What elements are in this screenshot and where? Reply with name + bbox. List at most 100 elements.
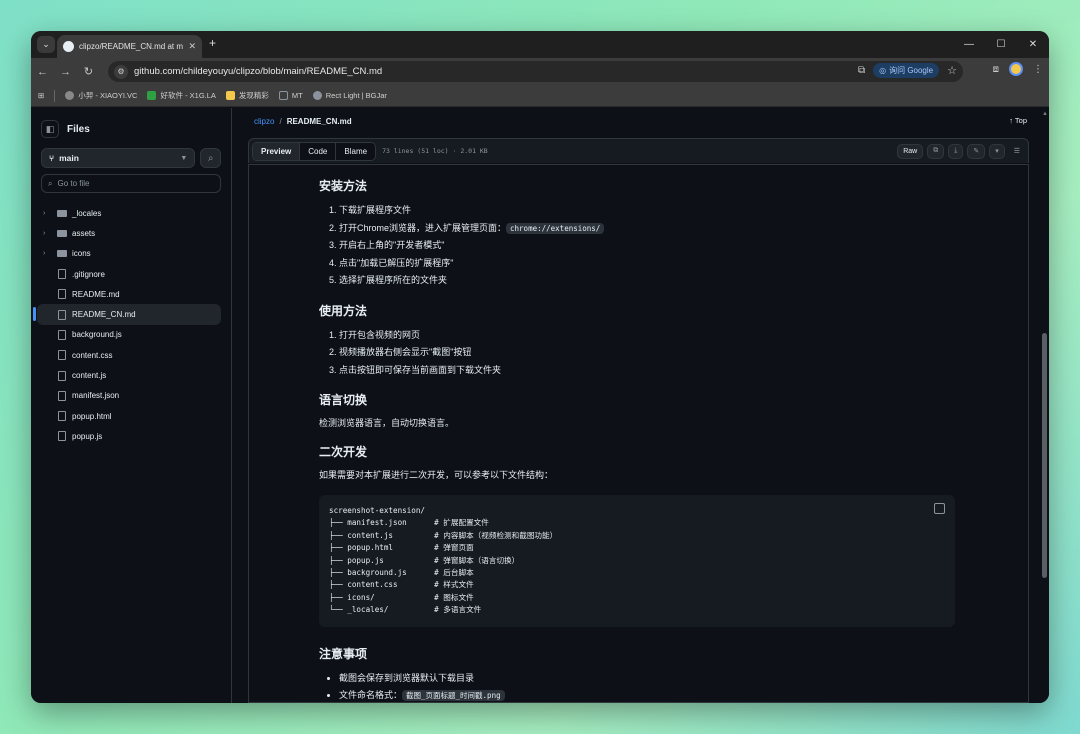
browser-window: ⌄ clipzo/README_CN.md at m ✕ + — ☐ ✕ ← →… (31, 31, 1049, 703)
download-icon[interactable]: ⤓ (948, 143, 964, 159)
bookmark-item[interactable]: 小羿 - XIAOYI.VC (65, 90, 137, 101)
tree-item-label: _locales (72, 208, 102, 218)
file-icon (58, 431, 66, 442)
raw-button[interactable]: Raw (897, 143, 924, 159)
bookmark-item[interactable]: 好软件 - X1G.LA (147, 90, 216, 101)
dev-text: 如果需要对本扩展进行二次开发，可以参考以下文件结构： (319, 470, 554, 480)
sidebar-title: Files (67, 123, 90, 135)
tab-blame[interactable]: Blame (336, 142, 376, 160)
tree-item-popup-js[interactable]: popup.js (31, 426, 231, 446)
file-icon (58, 289, 66, 300)
bookmark-label: Rect Light | BGJar (325, 91, 387, 100)
chevron-right-icon[interactable]: › (43, 250, 53, 257)
file-icon (58, 309, 66, 320)
file-icon (58, 411, 66, 422)
reload-icon[interactable]: ↻ (77, 65, 100, 78)
list-item: 文件命名格式：截图_页面标题_时间戳.png (339, 687, 955, 702)
tab-code[interactable]: Code (300, 142, 337, 160)
back-icon[interactable]: ← (31, 66, 54, 78)
sidebar-collapse-icon[interactable]: ◧ (41, 120, 59, 138)
window-controls: — ☐ ✕ (953, 31, 1049, 58)
profile-avatar[interactable] (1009, 62, 1023, 76)
breadcrumb-separator: / (279, 116, 282, 126)
search-icon[interactable]: ⌕ (200, 148, 221, 168)
tree-item-icons[interactable]: › icons (31, 244, 231, 264)
forward-icon[interactable]: → (54, 66, 77, 78)
breadcrumb-repo-link[interactable]: clipzo (254, 117, 274, 126)
tree-item-background-js[interactable]: background.js (31, 325, 231, 345)
go-to-file-input[interactable]: ⌕ Go to file (41, 174, 221, 193)
minimize-icon[interactable]: — (953, 31, 985, 58)
branch-selector[interactable]: ⑂ main ▼ (41, 148, 196, 168)
close-tab-icon[interactable]: ✕ (188, 41, 196, 52)
tree-item-label: manifest.json (72, 391, 120, 401)
tree-item-gitignore[interactable]: .gitignore (31, 264, 231, 284)
extensions-icon[interactable]: ⧈ (993, 64, 999, 75)
tree-item-manifest[interactable]: manifest.json (31, 386, 231, 406)
bookmark-folder[interactable]: MT (278, 91, 303, 100)
list-item: 选择扩展程序所在的文件夹 (339, 272, 955, 290)
chevron-right-icon[interactable]: › (43, 230, 53, 237)
top-link[interactable]: ↑ Top (1009, 116, 1027, 125)
branch-label: main (59, 153, 79, 163)
code-text: screenshot-extension/ ├── manifest.json … (329, 506, 558, 615)
edit-dropdown-icon[interactable]: ▾ (989, 143, 1005, 159)
file-tree-sidebar: ◧ Files ⑂ main ▼ ⌕ ⌕ Go to file › _locale… (31, 108, 232, 703)
readme-content: 安装方法 下载扩展程序文件 打开Chrome浏览器，进入扩展管理页面：chrom… (248, 164, 1029, 703)
folder-icon (278, 91, 288, 100)
view-mode-tabs: Preview Code Blame (252, 141, 377, 161)
edit-pencil-icon[interactable]: ✎ (967, 143, 986, 159)
list-item: 截图会保存到浏览器默认下载目录 (339, 670, 955, 688)
site-info-icon[interactable]: ⚙ (114, 64, 128, 79)
folder-icon (57, 250, 67, 258)
bookmark-item[interactable]: Rect Light | BGJar (312, 91, 387, 100)
ask-google-button[interactable]: ◎ 询问 Google (873, 63, 940, 78)
bookmark-star-icon[interactable]: ☆ (947, 64, 957, 77)
tree-item-assets[interactable]: › assets (31, 223, 231, 243)
close-window-icon[interactable]: ✕ (1017, 31, 1049, 58)
menu-icon[interactable]: ⋮ (1033, 64, 1043, 75)
bookmark-item[interactable]: 发现精彩 (225, 90, 269, 101)
copy-icon[interactable] (934, 503, 945, 514)
bookmark-label: 发现精彩 (238, 91, 269, 100)
heading-language: 语言切换 (319, 393, 368, 407)
scrollbar[interactable]: ▲ (1040, 108, 1049, 703)
breadcrumb-file: README_CN.md (286, 116, 352, 126)
cast-icon[interactable]: ⧉ (858, 65, 865, 76)
tree-item-label: icons (72, 249, 91, 259)
scroll-up-icon[interactable]: ▲ (1042, 111, 1048, 117)
tree-item-readme-cn[interactable]: README_CN.md (33, 304, 221, 325)
outline-list-icon[interactable]: ☰ (1009, 144, 1025, 159)
file-icon (58, 390, 66, 401)
tab-search-icon[interactable]: ⌄ (37, 36, 55, 53)
go-to-file-placeholder: Go to file (57, 179, 90, 188)
browser-toolbar: ← → ↻ ⚙ github.com/childeyouyu/clipzo/bl… (31, 58, 1049, 85)
github-icon (63, 41, 74, 52)
tree-item-locales[interactable]: › _locales (31, 203, 231, 223)
file-icon (58, 269, 66, 280)
heading-notes: 注意事项 (319, 646, 368, 661)
new-tab-button[interactable]: + (209, 36, 216, 50)
heading-dev: 二次开发 (319, 445, 368, 459)
list-item: 打开Chrome浏览器，进入扩展管理页面：chrome://extensions… (339, 220, 955, 238)
tree-item-readme[interactable]: README.md (31, 284, 231, 304)
tree-item-content-js[interactable]: content.js (31, 365, 231, 385)
code-block: screenshot-extension/ ├── manifest.json … (319, 495, 955, 627)
tab-readme[interactable]: clipzo/README_CN.md at m ✕ (57, 35, 202, 58)
maximize-icon[interactable]: ☐ (985, 31, 1017, 58)
scrollbar-thumb[interactable] (1042, 333, 1047, 578)
tab-preview[interactable]: Preview (253, 142, 301, 160)
bookmark-label: 好软件 - X1G.LA (160, 91, 216, 100)
address-bar[interactable]: ⚙ github.com/childeyouyu/clipzo/blob/mai… (108, 61, 963, 82)
file-meta: 73 lines (51 loc) · 2.01 KB (382, 147, 488, 155)
list-item: 打开包含视频的网页 (339, 327, 955, 345)
top-label: Top (1014, 116, 1027, 125)
bookmark-icon (225, 91, 235, 100)
file-icon (58, 370, 66, 381)
tree-item-popup-html[interactable]: popup.html (31, 406, 231, 426)
tree-item-content-css[interactable]: content.css (31, 345, 231, 365)
chevron-right-icon[interactable]: › (43, 210, 53, 217)
copy-raw-icon[interactable]: ⧉ (927, 143, 945, 159)
heading-install: 安装方法 (319, 179, 368, 193)
apps-icon[interactable]: ⊞ (38, 91, 44, 100)
